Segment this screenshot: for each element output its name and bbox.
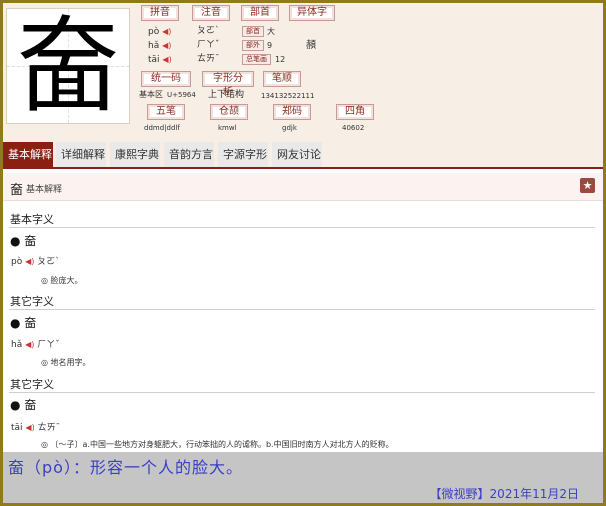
reading-2-pinyin: hǎ xyxy=(148,41,160,51)
reading-line-2: hǎ ◀) ㄏㄚˇ xyxy=(11,337,60,350)
total-strokes-value: 12 xyxy=(275,55,286,64)
reading-3-pinyin: tāi xyxy=(148,55,160,65)
divider xyxy=(9,309,595,310)
reading-2[interactable]: hǎ ◀) xyxy=(148,40,171,52)
heading-other-1: 其它字义 xyxy=(10,295,54,308)
section-char: 奤 xyxy=(10,183,24,198)
radical-value: 大 xyxy=(267,27,275,36)
char-header: 奤 拼音 注音 部首 异体字 pò ◀) ㄆㄛˋ hǎ ◀) ㄏㄚˇ tāi ◀… xyxy=(3,3,603,137)
bullet-char: ● 奤 xyxy=(10,316,37,330)
pinyin: pò xyxy=(11,257,23,267)
sijiao-button[interactable]: 四角 xyxy=(336,104,374,120)
speaker-icon[interactable]: ◀) xyxy=(25,423,34,432)
reading-3-zhuyin: ㄊㄞˉ xyxy=(197,54,220,64)
tab-detailed[interactable]: 详细解释 xyxy=(56,142,106,167)
tab-kangxi[interactable]: 康熙字典 xyxy=(110,142,160,167)
cangjie-button[interactable]: 仓颉 xyxy=(210,104,248,120)
strokes-outside-value: 9 xyxy=(267,41,273,50)
pinyin: hǎ xyxy=(11,340,23,350)
reading-1-pinyin: pò xyxy=(148,27,160,37)
reading-1[interactable]: pò ◀) xyxy=(148,26,171,38)
strokes-outside-label: 部外 xyxy=(242,40,264,51)
bushou-button[interactable]: 部首 xyxy=(241,5,279,21)
tab-discussion[interactable]: 网友讨论 xyxy=(272,142,322,167)
stroke-code: 134132522111 xyxy=(261,92,315,100)
variant-character[interactable]: 頳 xyxy=(306,40,316,51)
zhuyin: ㄆㄛˋ xyxy=(37,257,60,267)
page-frame: 奤 拼音 注音 部首 异体字 pò ◀) ㄆㄛˋ hǎ ◀) ㄏㄚˇ tāi ◀… xyxy=(3,3,603,503)
heading-basic: 基本字义 xyxy=(10,213,54,226)
tab-bar: 基本解释 详细解释 康熙字典 音韵方言 字源字形 网友讨论 xyxy=(3,142,603,168)
reading-2-zhuyin: ㄏㄚˇ xyxy=(197,40,220,50)
big-character: 奤 xyxy=(15,5,120,127)
heading-other-2: 其它字义 xyxy=(10,378,54,391)
caption-bar: 奤（pò）：形容一个人的脸大。 xyxy=(3,452,603,485)
bullet-char: ● 奤 xyxy=(10,234,37,248)
cangjie-code: kmwl xyxy=(218,124,237,132)
zhengma-button[interactable]: 郑码 xyxy=(273,104,311,120)
definition-panel: 奤 基本解释 ★ 基本字义 ● 奤 pò ◀) ㄆㄛˋ ◎ 脸庞大。 其它字义 … xyxy=(3,169,603,452)
divider xyxy=(9,227,595,228)
tab-phonology[interactable]: 音韵方言 xyxy=(164,142,214,167)
speaker-icon[interactable]: ◀) xyxy=(162,27,171,36)
wubi-button[interactable]: 五笔 xyxy=(147,104,185,120)
wubi-code: ddmd|ddlf xyxy=(144,124,180,132)
reading-line-1: pò ◀) ㄆㄛˋ xyxy=(11,254,60,267)
zhuyin: ㄏㄚˇ xyxy=(37,340,60,350)
unicode-area: 基本区 xyxy=(139,90,163,99)
zhuyin-button[interactable]: 注音 xyxy=(192,5,230,21)
reading-1-zhuyin: ㄆㄛˋ xyxy=(197,26,220,36)
unicode-value: U+5964 xyxy=(167,91,196,99)
tongyima-button[interactable]: 统一码 xyxy=(141,71,191,87)
definition-1: ◎ 脸庞大。 xyxy=(41,276,83,285)
tab-etymology[interactable]: 字源字形 xyxy=(218,142,268,167)
radical-label: 部首 xyxy=(242,26,264,37)
sijiao-code: 40602 xyxy=(342,124,365,132)
section-title: 基本解释 xyxy=(26,185,63,195)
zixingfenxi-button[interactable]: 字形分析 xyxy=(202,71,254,98)
reading-line-3: tāi ◀) ㄊㄞˉ xyxy=(11,420,60,433)
footer-credit: 【微视野】2021年11月2日 xyxy=(3,485,603,503)
tab-basic[interactable]: 基本解释 xyxy=(3,142,53,167)
section-header: 奤 基本解释 ★ xyxy=(3,173,603,201)
divider xyxy=(9,392,595,393)
speaker-icon[interactable]: ◀) xyxy=(162,55,171,64)
bullet-char: ● 奤 xyxy=(10,398,37,412)
structure-value: 上下结构 xyxy=(208,90,245,100)
bishun-button[interactable]: 笔顺 xyxy=(263,71,301,87)
character-tile: 奤 xyxy=(6,8,130,124)
definition-3: ◎ 〔～子〕a.中国一些地方对身躯肥大，行动笨拙的人的谑称。b.中国旧时南方人对… xyxy=(41,440,394,449)
star-icon[interactable]: ★ xyxy=(580,178,595,193)
definition-2: ◎ 地名用字。 xyxy=(41,358,91,367)
reading-3[interactable]: tāi ◀) xyxy=(148,54,172,66)
speaker-icon[interactable]: ◀) xyxy=(162,41,171,50)
speaker-icon[interactable]: ◀) xyxy=(25,340,34,349)
total-strokes-label: 总笔画 xyxy=(242,54,271,65)
pinyin-button[interactable]: 拼音 xyxy=(141,5,179,21)
zhengma-code: gdjk xyxy=(282,124,297,132)
zhuyin: ㄊㄞˉ xyxy=(37,423,61,433)
pinyin: tāi xyxy=(11,423,23,433)
yitizi-button[interactable]: 异体字 xyxy=(289,5,335,21)
speaker-icon[interactable]: ◀) xyxy=(25,257,34,266)
